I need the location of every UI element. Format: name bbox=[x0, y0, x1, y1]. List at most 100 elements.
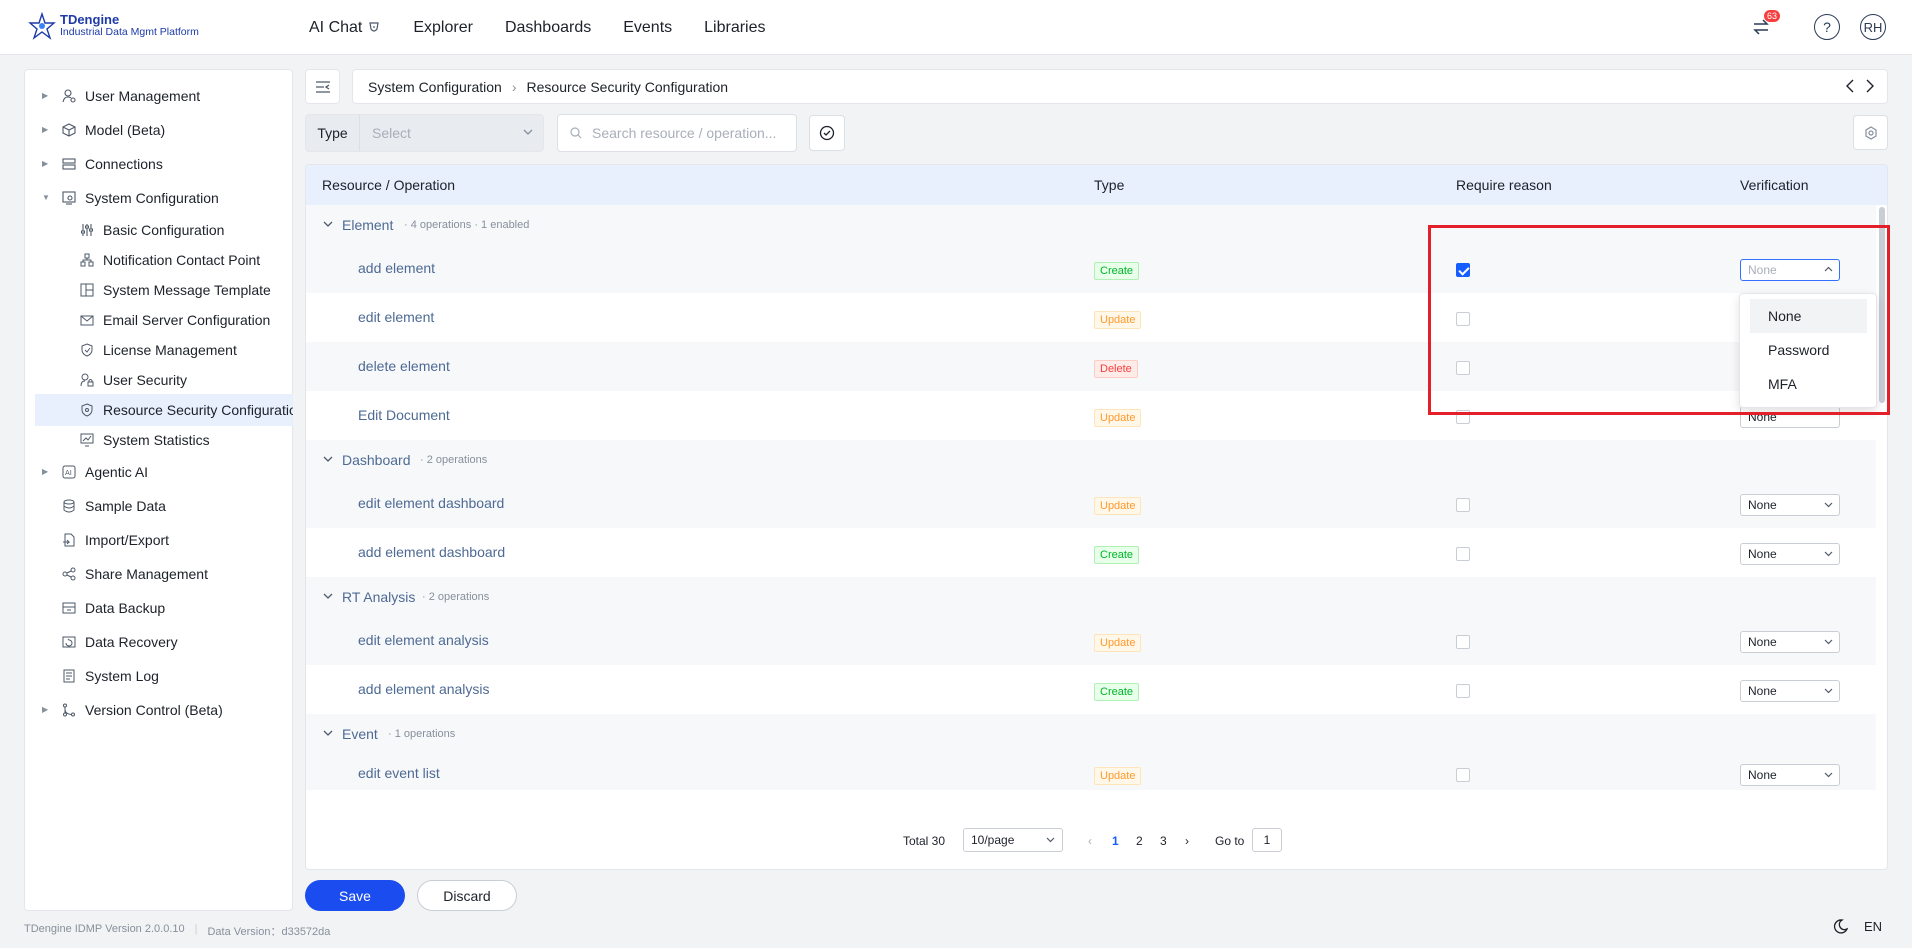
sidebar-item-agentic-ai[interactable]: ▶ AI Agentic AI bbox=[25, 456, 283, 488]
page-2[interactable]: 2 bbox=[1136, 834, 1143, 848]
nav-ai-chat[interactable]: AI Chat bbox=[309, 19, 381, 37]
sidebar-item-user-management[interactable]: ▶ User Management bbox=[25, 80, 283, 112]
chevron-right-icon[interactable] bbox=[1865, 79, 1875, 96]
group-meta: · 1 operations bbox=[388, 728, 456, 740]
verification-value: None bbox=[1748, 768, 1777, 782]
sidebar-item-version-control[interactable]: ▶ Version Control (Beta) bbox=[25, 694, 283, 726]
help-button[interactable]: ? bbox=[1814, 14, 1840, 40]
sidebar-item-email-server-configuration[interactable]: Email Server Configuration bbox=[25, 304, 283, 336]
type-tag: Update bbox=[1094, 634, 1142, 652]
sidebar-item-system-log[interactable]: System Log bbox=[25, 660, 283, 692]
data-version-text: Data Version：d33572da bbox=[207, 926, 331, 938]
sidebar-item-share-management[interactable]: Share Management bbox=[25, 558, 283, 590]
nav-ai-chat-label: AI Chat bbox=[309, 18, 363, 36]
sidebar-item-system-statistics[interactable]: System Statistics bbox=[25, 424, 283, 456]
page-3[interactable]: 3 bbox=[1160, 834, 1167, 848]
sidebar-item-model[interactable]: ▶ Model (Beta) bbox=[25, 114, 283, 146]
page-size-select[interactable]: 10/page bbox=[963, 828, 1063, 852]
check-circle-icon bbox=[819, 125, 835, 141]
sidebar-item-system-message-template[interactable]: System Message Template bbox=[25, 274, 283, 306]
sidebar-item-notification-contact-point[interactable]: Notification Contact Point bbox=[25, 244, 283, 276]
sidebar-item-label: Model (Beta) bbox=[85, 122, 166, 138]
ai-icon: AI bbox=[61, 464, 77, 480]
group-row-dashboard[interactable]: Dashboard · 2 operations bbox=[306, 440, 1876, 479]
sidebar-item-label: System Log bbox=[85, 668, 159, 684]
sidebar-item-connections[interactable]: ▶ Connections bbox=[25, 148, 283, 180]
verification-value: None bbox=[1748, 547, 1777, 561]
notification-button[interactable]: 63 bbox=[1748, 10, 1780, 40]
chevron-down-icon[interactable] bbox=[323, 729, 333, 737]
save-button[interactable]: Save bbox=[305, 880, 405, 911]
sidebar-item-import-export[interactable]: Import/Export bbox=[25, 524, 283, 556]
sidebar-item-label: Notification Contact Point bbox=[103, 252, 261, 268]
language-switch[interactable]: EN bbox=[1864, 919, 1882, 934]
sidebar-item-resource-security-configuration[interactable]: Resource Security Configuration bbox=[35, 394, 293, 426]
table-settings-button[interactable] bbox=[1853, 115, 1888, 150]
brand-logo[interactable]: TDengine Industrial Data Mgmt Platform bbox=[28, 12, 199, 40]
require-reason-checkbox[interactable] bbox=[1456, 635, 1470, 649]
breadcrumb-item[interactable]: System Configuration bbox=[368, 79, 502, 95]
type-tag: Update bbox=[1094, 767, 1142, 785]
expand-arrow-icon[interactable]: ▶ bbox=[42, 160, 50, 168]
nav-events[interactable]: Events bbox=[623, 19, 672, 37]
sidebar-item-user-security[interactable]: User Security bbox=[25, 364, 283, 396]
sidebar-item-sample-data[interactable]: Sample Data bbox=[25, 490, 283, 522]
nav-libraries[interactable]: Libraries bbox=[704, 19, 765, 37]
sidebar-item-license-management[interactable]: License Management bbox=[25, 334, 283, 366]
table-row: add element dashboard Create None bbox=[306, 528, 1876, 577]
collapse-sidebar-button[interactable] bbox=[305, 69, 340, 104]
sidebar-item-basic-configuration[interactable]: Basic Configuration bbox=[25, 214, 283, 246]
group-row-event[interactable]: Event · 1 operations bbox=[306, 714, 1876, 753]
expand-arrow-icon[interactable]: ▶ bbox=[42, 706, 50, 714]
next-page-icon[interactable]: › bbox=[1185, 834, 1189, 848]
sidebar: ▶ User Management ▶ Model (Beta) ▶ Conne… bbox=[24, 69, 293, 911]
group-meta: · 2 operations bbox=[420, 454, 488, 466]
avatar[interactable]: RH bbox=[1860, 14, 1886, 40]
type-select[interactable]: Select bbox=[359, 115, 543, 151]
table-row: edit element dashboard Update None bbox=[306, 479, 1876, 528]
operation-name: edit element bbox=[358, 309, 435, 325]
require-reason-checkbox[interactable] bbox=[1456, 684, 1470, 698]
goto-input[interactable]: 1 bbox=[1252, 828, 1282, 852]
sidebar-item-system-configuration[interactable]: ▼ System Configuration bbox=[25, 182, 283, 214]
verification-select[interactable]: None bbox=[1740, 631, 1840, 653]
sidebar-item-label: System Message Template bbox=[103, 282, 271, 298]
type-filter-label: Type bbox=[317, 125, 348, 141]
database-icon bbox=[61, 498, 77, 514]
chevron-left-icon[interactable] bbox=[1845, 79, 1855, 96]
prev-page-icon[interactable]: ‹ bbox=[1088, 834, 1092, 848]
verification-select[interactable]: None bbox=[1740, 680, 1840, 702]
chevron-down-icon[interactable] bbox=[323, 592, 333, 600]
require-reason-checkbox[interactable] bbox=[1456, 498, 1470, 512]
page-1[interactable]: 1 bbox=[1112, 834, 1119, 848]
verification-select[interactable]: None bbox=[1740, 494, 1840, 516]
expand-arrow-icon[interactable]: ▶ bbox=[42, 126, 50, 134]
verification-select[interactable]: None bbox=[1740, 764, 1840, 786]
nav-explorer[interactable]: Explorer bbox=[413, 19, 473, 37]
require-reason-checkbox[interactable] bbox=[1456, 547, 1470, 561]
sidebar-item-data-recovery[interactable]: Data Recovery bbox=[25, 626, 283, 658]
discard-button[interactable]: Discard bbox=[417, 880, 517, 911]
ai-sparkle-icon bbox=[369, 21, 380, 32]
chevron-down-icon[interactable] bbox=[323, 455, 333, 463]
expand-arrow-icon[interactable]: ▶ bbox=[42, 92, 50, 100]
expand-arrow-icon[interactable]: ▶ bbox=[42, 468, 50, 476]
collapse-arrow-icon[interactable]: ▼ bbox=[42, 194, 50, 202]
user-settings-icon bbox=[61, 88, 77, 104]
log-icon bbox=[61, 668, 77, 684]
search-input[interactable] bbox=[590, 124, 780, 142]
stats-icon bbox=[79, 432, 95, 448]
sidebar-item-label: Agentic AI bbox=[85, 464, 149, 480]
require-reason-checkbox[interactable] bbox=[1456, 768, 1470, 782]
sidebar-item-data-backup[interactable]: Data Backup bbox=[25, 592, 283, 624]
chevron-down-icon[interactable] bbox=[323, 220, 333, 228]
group-name: Element bbox=[342, 217, 394, 233]
verification-select[interactable]: None bbox=[1740, 543, 1840, 565]
select-all-button[interactable] bbox=[809, 115, 845, 151]
nav-dashboards[interactable]: Dashboards bbox=[505, 19, 591, 37]
shield-icon bbox=[79, 402, 95, 418]
notification-badge: 63 bbox=[1763, 10, 1780, 22]
group-row-rt-analysis[interactable]: RT Analysis · 2 operations bbox=[306, 577, 1876, 616]
moon-icon[interactable] bbox=[1833, 919, 1848, 934]
group-name: RT Analysis bbox=[342, 589, 416, 605]
